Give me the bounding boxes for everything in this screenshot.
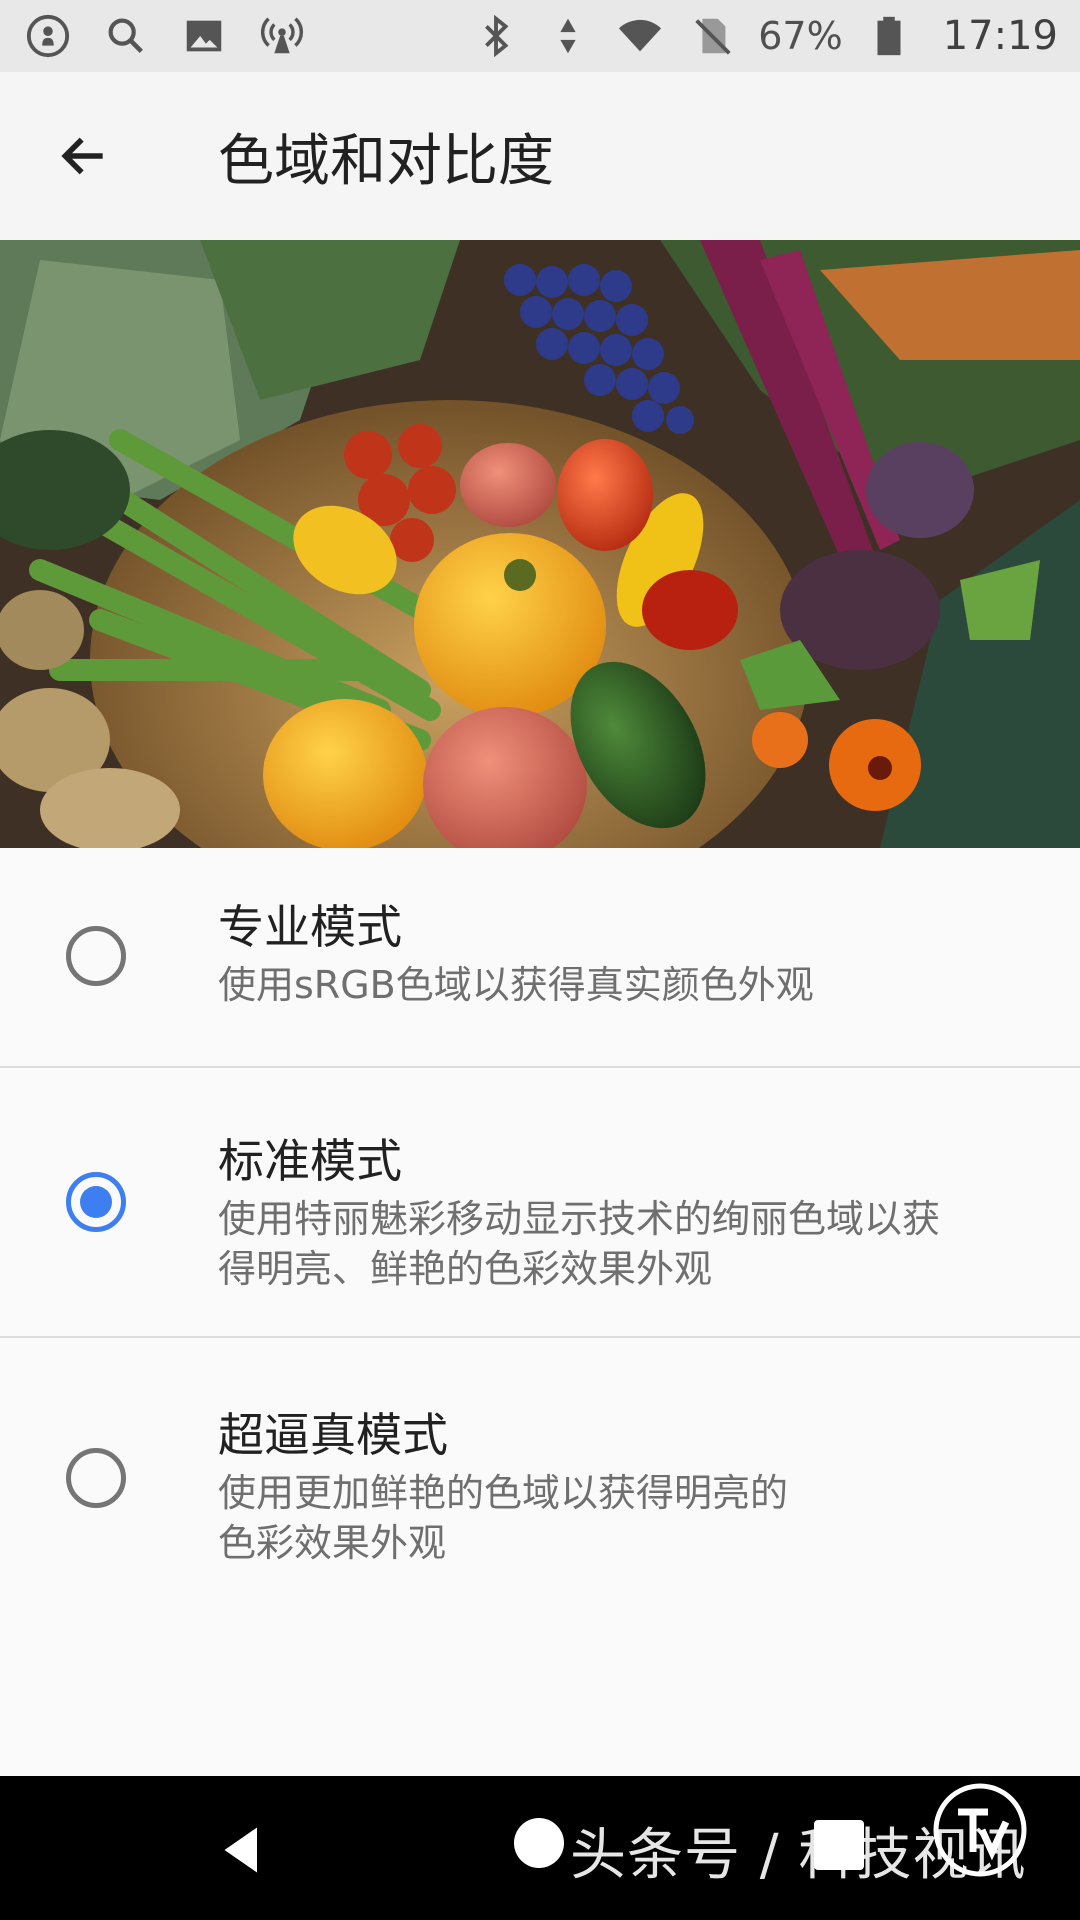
battery-icon	[863, 10, 915, 62]
option-description: 使用sRGB色域以获得真实颜色外观	[218, 963, 814, 1007]
radio-super-vivid-mode[interactable]	[66, 1448, 126, 1508]
vegetables-illustration	[0, 240, 1080, 848]
bluetooth-icon	[470, 10, 522, 62]
wifi-icon	[614, 10, 666, 62]
option-title: 标准模式	[218, 1134, 402, 1188]
hero-image	[0, 240, 1080, 848]
screen: 67% 17:19 色域和对比度 专业模式 使用sRGB色域以获得真实颜色外观 …	[0, 0, 1080, 1920]
option-title: 专业模式	[218, 900, 402, 954]
arrow-left-icon	[61, 137, 103, 175]
search-icon	[100, 10, 152, 62]
clock: 17:19	[942, 13, 1058, 59]
battery-percent: 67%	[758, 14, 843, 58]
account-icon	[22, 10, 74, 62]
status-bar: 67% 17:19	[0, 0, 1080, 72]
status-right: 67% 17:19	[470, 10, 1058, 62]
page-title: 色域和对比度	[218, 128, 554, 194]
option-super-vivid-mode[interactable]: 超逼真模式 使用更加鲜艳的色域以获得明亮的 色彩效果外观	[0, 1338, 1080, 1608]
watermark-logo-icon	[933, 1783, 1027, 1877]
color-mode-options: 专业模式 使用sRGB色域以获得真实颜色外观 标准模式 使用特丽魅彩移动显示技术…	[0, 848, 1080, 1608]
option-professional-mode[interactable]: 专业模式 使用sRGB色域以获得真实颜色外观	[0, 848, 1080, 1068]
nav-back-icon[interactable]	[212, 1820, 272, 1880]
no-sim-icon	[686, 10, 738, 62]
back-button[interactable]	[36, 108, 132, 204]
option-description: 使用特丽魅彩移动显示技术的绚丽色域以获 得明亮、鲜艳的色彩效果外观	[218, 1197, 941, 1291]
navigation-bar: 头条号 / 科技视讯	[0, 1776, 1080, 1920]
radio-standard-mode[interactable]	[66, 1172, 126, 1232]
option-title: 超逼真模式	[218, 1408, 448, 1462]
data-arrows-icon	[542, 10, 594, 62]
option-standard-mode[interactable]: 标准模式 使用特丽魅彩移动显示技术的绚丽色域以获 得明亮、鲜艳的色彩效果外观	[0, 1068, 1080, 1338]
broadcast-icon	[256, 10, 308, 62]
app-bar: 色域和对比度	[0, 72, 1080, 240]
nav-home-button[interactable]	[514, 1818, 564, 1868]
option-text: 超逼真模式 使用更加鲜艳的色域以获得明亮的 色彩效果外观	[218, 1406, 838, 1568]
radio-professional-mode[interactable]	[66, 926, 126, 986]
option-text: 标准模式 使用特丽魅彩移动显示技术的绚丽色域以获 得明亮、鲜艳的色彩效果外观	[218, 1132, 990, 1294]
image-icon	[178, 10, 230, 62]
option-text: 专业模式 使用sRGB色域以获得真实颜色外观	[218, 898, 864, 1010]
option-description: 使用更加鲜艳的色域以获得明亮的 色彩效果外观	[218, 1471, 789, 1565]
status-left	[22, 10, 308, 62]
